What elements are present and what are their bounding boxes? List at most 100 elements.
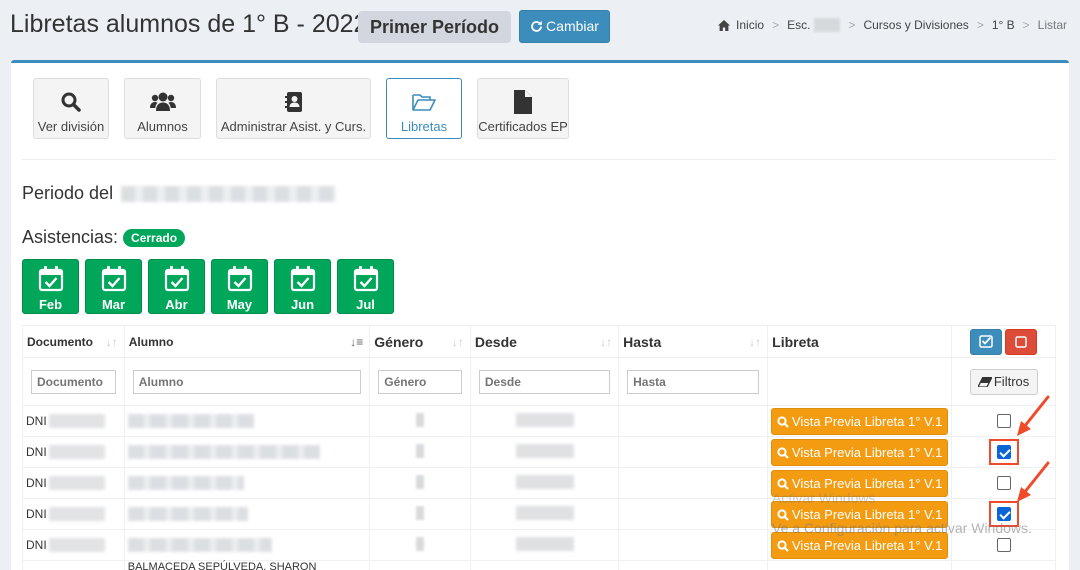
tab-certificados[interactable]: Certificados EP	[477, 78, 569, 139]
sort-icon: ↓↑	[105, 335, 118, 349]
file-icon	[514, 89, 532, 114]
month-button-may[interactable]: May	[211, 259, 268, 314]
row-checkbox[interactable]	[996, 414, 1011, 429]
breadcrumb-escuela[interactable]: Esc.	[787, 18, 810, 32]
libreta-cell: Vista Previa Libreta 1° V.1	[767, 405, 953, 437]
month-button-abr[interactable]: Abr	[148, 259, 205, 314]
select-cell	[951, 560, 1056, 570]
month-label: Mar	[101, 297, 126, 312]
header-label: Libreta	[772, 333, 819, 350]
month-button-jul[interactable]: Jul	[337, 259, 394, 314]
action-tabs: Ver división Alumnos Administrar Asist. …	[33, 78, 584, 139]
hasta-cell	[618, 436, 769, 468]
row-checkbox[interactable]	[996, 507, 1011, 521]
row-checkbox[interactable]	[996, 476, 1011, 491]
tab-label: Ver división	[37, 119, 105, 134]
breadcrumb-separator: >	[772, 18, 780, 32]
preview-button-label: Vista Previa Libreta 1° V.1	[791, 475, 943, 491]
calendar-check-icon	[38, 266, 63, 292]
genero-cell	[369, 436, 471, 468]
deselect-all-button[interactable]	[1005, 328, 1038, 355]
dni-prefix: DNI	[26, 413, 47, 428]
column-header-desde[interactable]: Desde ↓↑	[469, 325, 620, 358]
search-icon	[777, 539, 789, 552]
genero-cell	[369, 498, 471, 530]
preview-libreta-button[interactable]: Vista Previa Libreta 1° V.1	[771, 438, 949, 466]
hasta-cell	[618, 498, 769, 530]
table-row: DNI Vista Previa Libreta 1° V.1	[22, 467, 1056, 499]
breadcrumb: Inicio > Esc. > Cursos y Divisiones > 1°…	[718, 18, 1067, 32]
refresh-icon	[531, 20, 542, 32]
alumno-cell	[123, 529, 371, 561]
tab-alumnos[interactable]: Alumnos	[124, 78, 201, 139]
redacted-dni	[48, 476, 105, 491]
dni-cell: DNI	[22, 529, 125, 561]
redacted-name	[127, 414, 254, 429]
month-label: Abr	[165, 297, 188, 312]
breadcrumb-separator: >	[976, 18, 984, 32]
calendar-check-icon	[227, 266, 252, 292]
sort-icon: ↓↑	[600, 335, 613, 349]
alumno-cell	[123, 467, 371, 499]
genero-filter-input[interactable]	[378, 369, 462, 394]
breadcrumb-listar: Listar	[1037, 18, 1067, 32]
change-button-label: Cambiar	[546, 18, 599, 34]
row-checkbox[interactable]	[996, 538, 1011, 553]
redacted-gender	[416, 505, 425, 520]
month-button-jun[interactable]: Jun	[274, 259, 331, 314]
alumno-filter-input[interactable]	[132, 369, 362, 394]
filters-button[interactable]: Filtros	[969, 368, 1038, 395]
redacted-name	[127, 507, 248, 522]
tab-label: Alumnos	[137, 119, 188, 134]
tab-label: Administrar Asist. y Curs.	[220, 119, 367, 134]
tab-libretas[interactable]: Libretas	[386, 78, 462, 139]
redacted-name	[127, 538, 272, 553]
redacted-gender	[416, 536, 425, 551]
column-header-genero[interactable]: Género ↓↑	[369, 325, 471, 358]
row-checkbox[interactable]	[996, 445, 1011, 459]
hasta-filter-input[interactable]	[627, 369, 760, 394]
table-header-row: Documento ↓↑ Alumno ↓≡ Género ↓↑ Desde ↓↑ Ha…	[22, 325, 1056, 358]
preview-libreta-button[interactable]: Vista Previa Libreta 1° V.1	[771, 407, 949, 435]
desde-cell	[469, 436, 620, 468]
libreta-cell: Vista Previa Libreta 1° V.1	[767, 436, 953, 468]
eraser-icon	[976, 375, 993, 388]
column-header-documento[interactable]: Documento ↓↑	[22, 325, 125, 358]
redacted-school	[814, 18, 841, 32]
filter-cell	[22, 357, 125, 406]
preview-button-label: Vista Previa Libreta 1° V.1	[791, 413, 943, 429]
annotation-arrow-icon	[1017, 461, 1050, 502]
month-label: Feb	[38, 297, 63, 312]
desde-cell	[469, 405, 620, 437]
select-all-button[interactable]	[970, 328, 1003, 355]
tab-administrar-asist[interactable]: Administrar Asist. y Curs.	[216, 78, 371, 139]
month-button-feb[interactable]: Feb	[22, 259, 79, 314]
breadcrumb-division[interactable]: 1° B	[992, 18, 1015, 32]
month-button-mar[interactable]: Mar	[85, 259, 142, 314]
change-period-button[interactable]: Cambiar	[519, 10, 610, 43]
genero-cell	[369, 467, 471, 499]
redacted-gender	[416, 443, 425, 458]
windows-activation-text: Ve a Configuración para activar Windows.	[772, 520, 1032, 536]
breadcrumb-separator: >	[1022, 18, 1030, 32]
dni-prefix: DNI	[26, 506, 47, 521]
header-label: Género	[374, 333, 424, 350]
desde-filter-input[interactable]	[478, 369, 611, 394]
asistencias-label: Asistencias:	[22, 227, 119, 247]
redacted-date	[515, 443, 574, 458]
redacted-date	[515, 412, 574, 427]
breadcrumb-cursos[interactable]: Cursos y Divisiones	[863, 18, 968, 32]
column-header-alumno[interactable]: Alumno ↓≡	[123, 325, 371, 358]
page-header: Libretas alumnos de 1° B - 2022 Primer P…	[0, 0, 1080, 58]
documento-filter-input[interactable]	[31, 369, 116, 394]
breadcrumb-inicio[interactable]: Inicio	[736, 18, 764, 32]
column-header-hasta[interactable]: Hasta ↓↑	[618, 325, 769, 358]
square-icon	[1015, 335, 1027, 348]
filter-row: Filtros	[22, 357, 1056, 406]
calendar-check-icon	[164, 266, 189, 292]
redacted-dni	[48, 445, 105, 460]
alumno-cell: BALMACEDA SEPÚLVEDA, SHARON	[123, 560, 371, 570]
column-header-libreta: Libreta	[767, 325, 953, 358]
tab-ver-division[interactable]: Ver división	[33, 78, 109, 139]
redacted-name	[127, 476, 244, 491]
